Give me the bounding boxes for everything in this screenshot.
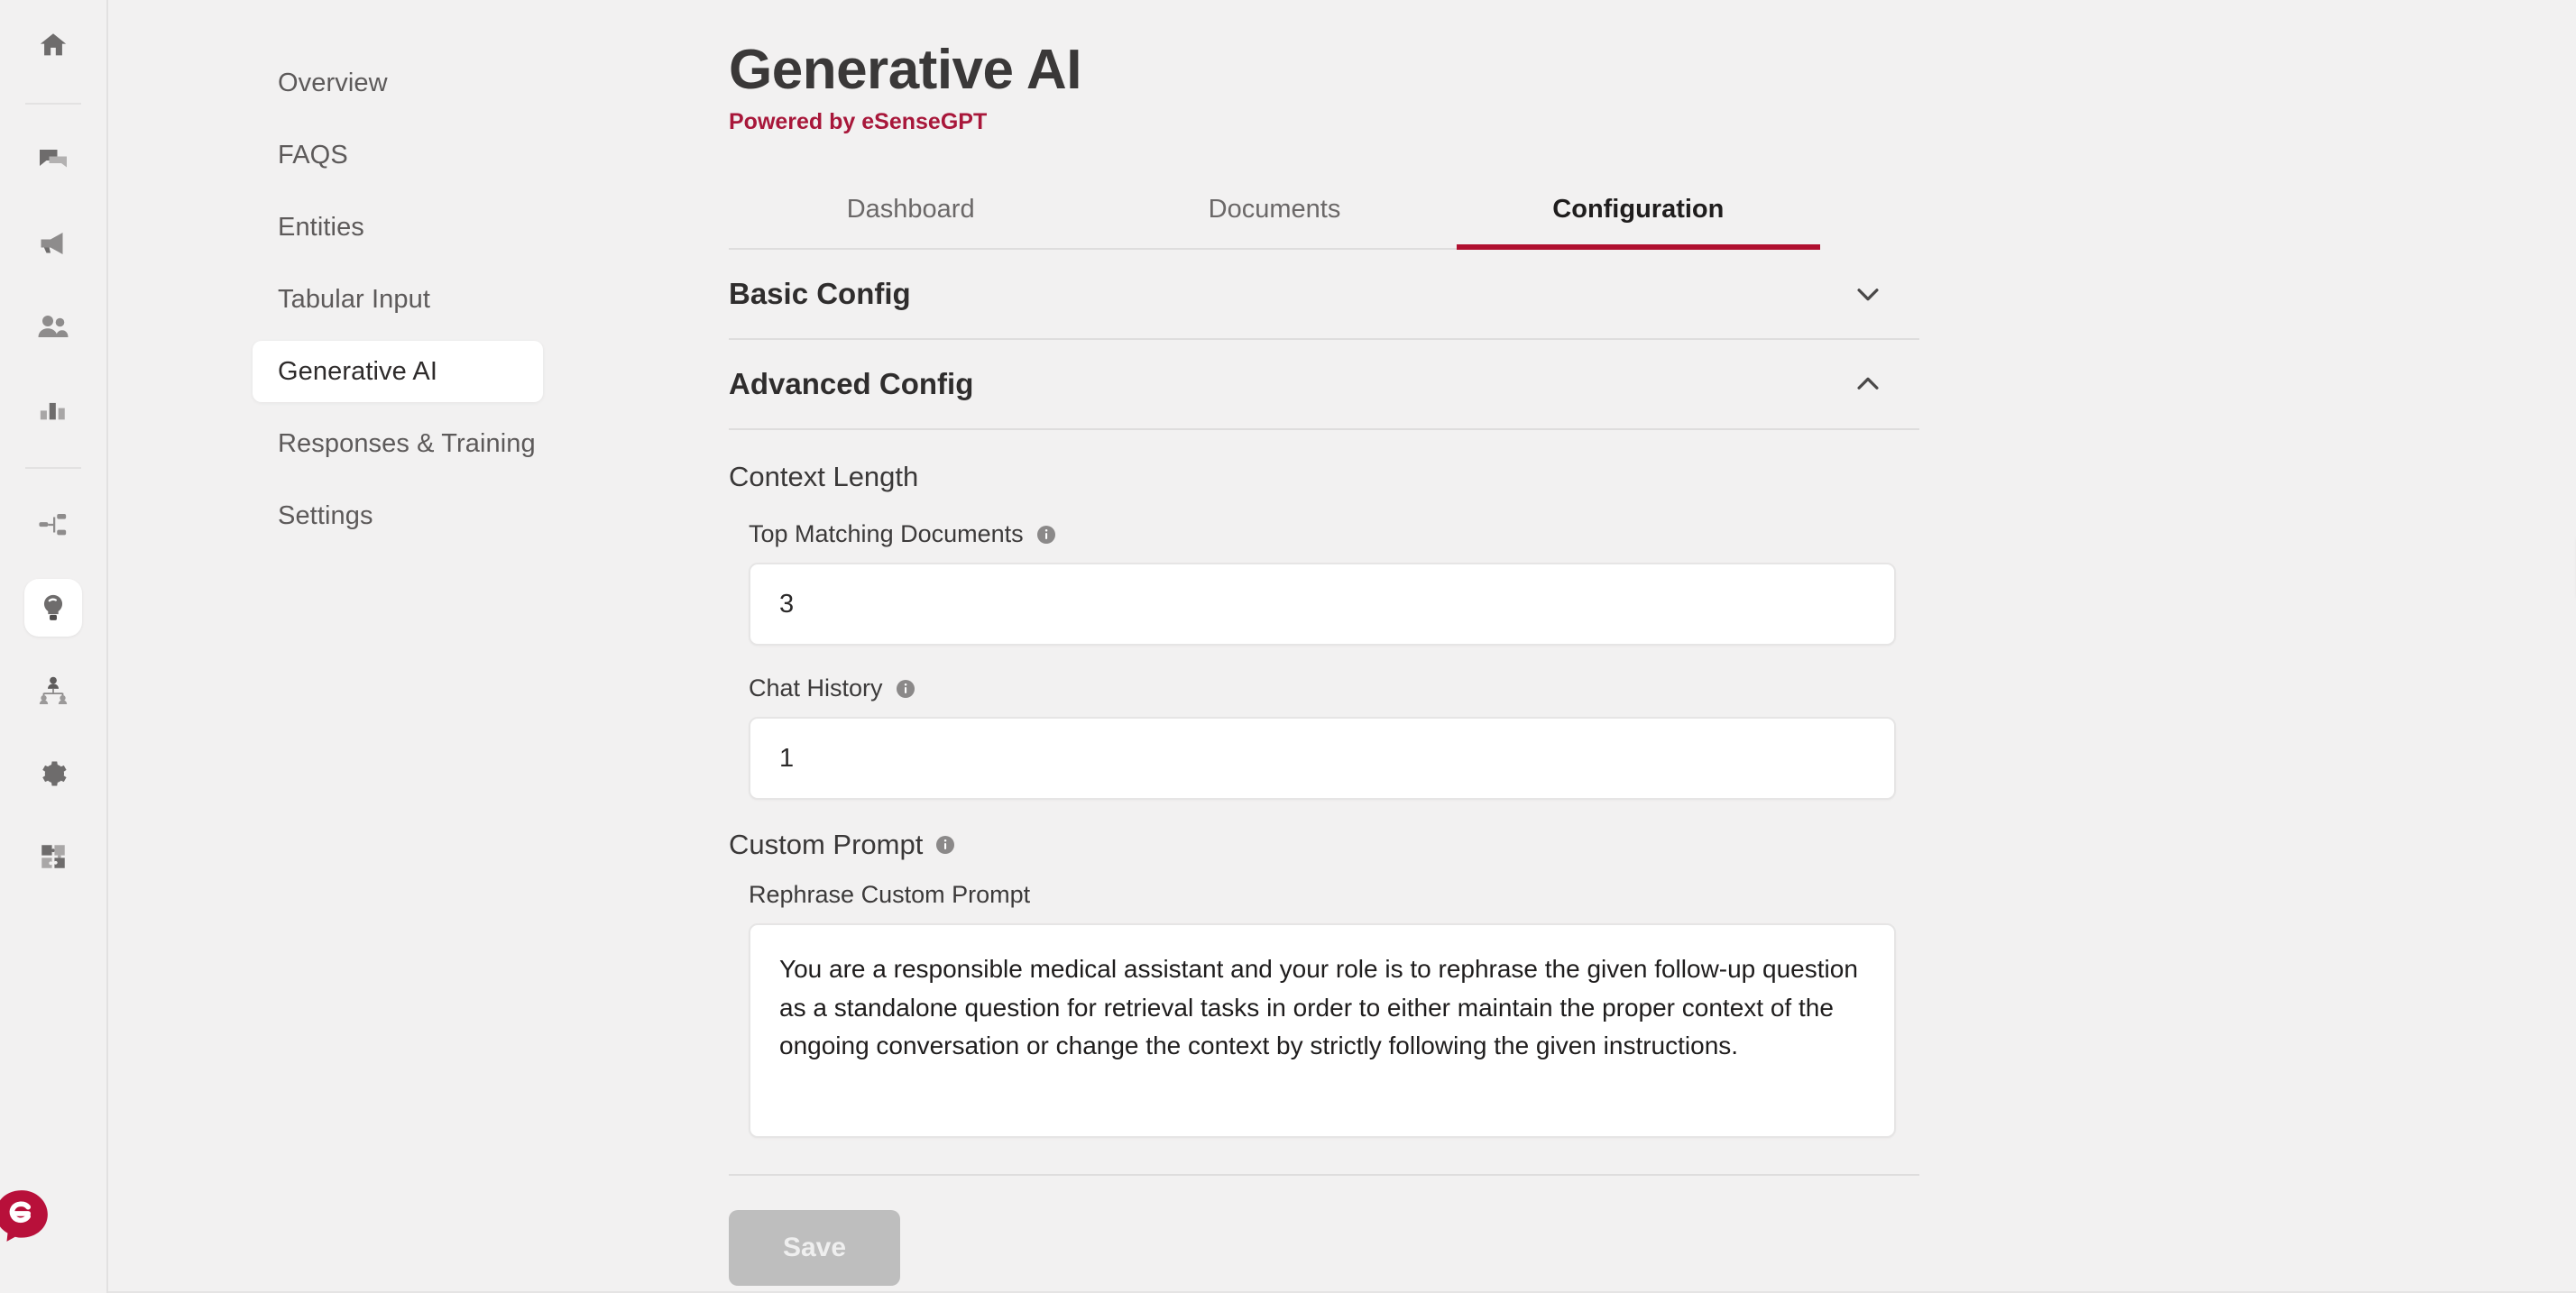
sidebar-item-label: Overview <box>278 68 388 97</box>
custom-prompt-heading-row: Custom Prompt <box>729 829 1919 861</box>
bar-chart-icon <box>38 394 69 425</box>
top-matching-documents-input[interactable]: 3 <box>749 563 1896 646</box>
app-root: Overview FAQS Entities Tabular Input Gen… <box>0 0 2576 1293</box>
chat-history-input[interactable]: 1 <box>749 717 1896 801</box>
chevron-down-icon[interactable] <box>1853 279 1883 309</box>
icon-rail <box>0 0 108 1293</box>
page-header: Generative AI Powered by eSenseGPT <box>595 41 2576 135</box>
rail-item-users[interactable] <box>24 298 82 355</box>
rail-item-integrations[interactable] <box>24 496 82 554</box>
share-nodes-icon <box>38 509 69 540</box>
accordion-title: Basic Config <box>729 277 911 311</box>
powered-by-line: Powered by eSenseGPT <box>729 109 2576 135</box>
sidebar-item-label: Responses & Training <box>278 428 536 458</box>
sidebar-item-entities[interactable]: Entities <box>253 197 543 258</box>
powered-by-brand: eSenseGPT <box>861 109 988 135</box>
custom-prompt-heading: Custom Prompt <box>729 829 924 861</box>
rephrase-custom-prompt-label: Rephrase Custom Prompt <box>749 881 1031 909</box>
rail-item-campaigns[interactable] <box>24 215 82 272</box>
rail-item-generative-ai[interactable] <box>24 579 82 637</box>
save-button[interactable]: Save <box>729 1210 900 1287</box>
tab-bar: Dashboard Documents Configuration <box>729 179 1821 251</box>
sidebar-item-responses-training[interactable]: Responses & Training <box>253 413 543 474</box>
rail-item-home[interactable] <box>24 16 82 74</box>
sidebar-item-settings[interactable]: Settings <box>253 485 543 546</box>
sidebar-item-label: Settings <box>278 500 373 530</box>
home-icon <box>38 30 69 60</box>
accordion-basic-config[interactable]: Basic Config <box>729 250 1919 341</box>
info-icon[interactable] <box>1035 524 1057 546</box>
tab-dashboard[interactable]: Dashboard <box>729 179 1092 248</box>
tab-configuration[interactable]: Configuration <box>1456 179 1821 251</box>
puzzle-piece-icon <box>38 841 69 872</box>
sidebar-item-faqs[interactable]: FAQS <box>253 124 543 186</box>
sidebar-item-overview[interactable]: Overview <box>253 52 543 114</box>
field-label: Top Matching Documents <box>749 520 1024 548</box>
rail-divider-1 <box>25 103 81 105</box>
accordion-advanced-config[interactable]: Advanced Config <box>729 340 1919 431</box>
field-label-row: Chat History <box>749 674 1919 702</box>
sidebar-item-label: Tabular Input <box>278 284 430 314</box>
rail-item-plugins[interactable] <box>24 828 82 885</box>
lightbulb-icon <box>38 592 69 623</box>
tab-documents[interactable]: Documents <box>1092 179 1456 248</box>
rail-item-analytics[interactable] <box>24 381 82 438</box>
gear-icon <box>38 758 69 789</box>
org-chart-icon <box>37 674 69 707</box>
form-divider <box>729 1174 1919 1177</box>
rail-item-settings[interactable] <box>24 745 82 802</box>
rail-item-hierarchy[interactable] <box>24 662 82 720</box>
sidebar-item-label: Entities <box>278 212 364 242</box>
tab-label: Configuration <box>1552 195 1725 225</box>
accordion-title: Advanced Config <box>729 367 974 401</box>
rail-item-conversations[interactable] <box>24 132 82 189</box>
rephrase-custom-prompt-textarea[interactable]: You are a responsible medical assistant … <box>749 923 1896 1139</box>
sidebar-item-generative-ai[interactable]: Generative AI <box>253 341 543 402</box>
field-label-row: Top Matching Documents <box>749 520 1919 548</box>
field-label: Chat History <box>749 674 883 702</box>
esense-speech-bubble-logo[interactable] <box>0 1187 52 1246</box>
info-icon[interactable] <box>934 834 956 856</box>
main-content: Generative AI Powered by eSenseGPT Dashb… <box>595 0 2576 1293</box>
info-icon[interactable] <box>895 678 916 700</box>
powered-by-prefix: Powered by <box>729 109 862 135</box>
sidebar-item-tabular-input[interactable]: Tabular Input <box>253 269 543 330</box>
chat-bubbles-icon <box>37 144 69 177</box>
users-icon <box>37 310 69 343</box>
chevron-up-icon[interactable] <box>1853 369 1883 399</box>
field-chat-history: Chat History 1 <box>749 674 1919 801</box>
tab-label: Documents <box>1208 195 1341 225</box>
advanced-config-panel: Context Length Top Matching Documents 3 … <box>729 430 1919 1139</box>
tab-label: Dashboard <box>846 195 975 225</box>
context-length-heading: Context Length <box>729 461 919 493</box>
megaphone-icon <box>37 227 69 260</box>
rail-divider-2 <box>25 467 81 469</box>
field-top-matching-documents: Top Matching Documents 3 <box>749 520 1919 646</box>
sidebar-nav: Overview FAQS Entities Tabular Input Gen… <box>108 0 595 1293</box>
sidebar-item-label: Generative AI <box>278 356 438 386</box>
sidebar-item-label: FAQS <box>278 140 348 170</box>
page-title: Generative AI <box>729 39 1081 101</box>
